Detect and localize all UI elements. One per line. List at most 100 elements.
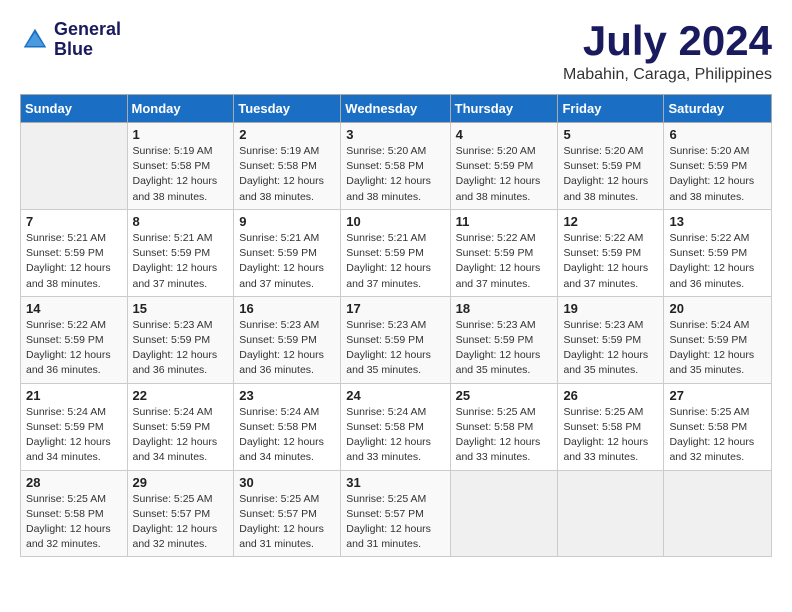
table-row: 31Sunrise: 5:25 AM Sunset: 5:57 PM Dayli… bbox=[341, 470, 450, 557]
logo-text: General Blue bbox=[54, 20, 121, 60]
day-info: Sunrise: 5:25 AM Sunset: 5:58 PM Dayligh… bbox=[669, 405, 766, 466]
day-number: 4 bbox=[456, 127, 553, 142]
day-info: Sunrise: 5:21 AM Sunset: 5:59 PM Dayligh… bbox=[26, 231, 122, 292]
month-title: July 2024 bbox=[563, 20, 772, 62]
table-row: 26 Sunrise: 5:25 AM Sunset: 5:58 PM Dayli… bbox=[558, 383, 664, 470]
table-row bbox=[450, 470, 558, 557]
day-number: 25 bbox=[456, 388, 553, 403]
day-info: Sunrise: 5:22 AM Sunset: 5:59 PM Dayligh… bbox=[456, 231, 553, 292]
day-info: Sunrise: 5:25 AM Sunset: 5:58 PM Dayligh… bbox=[563, 405, 658, 466]
day-info: Sunrise: 5:24 AM Sunset: 5:59 PM Dayligh… bbox=[133, 405, 229, 466]
day-number: 13 bbox=[669, 214, 766, 229]
table-row: 10Sunrise: 5:21 AM Sunset: 5:59 PM Dayli… bbox=[341, 209, 450, 296]
day-info: Sunrise: 5:25 AM Sunset: 5:57 PM Dayligh… bbox=[346, 492, 444, 553]
day-number: 5 bbox=[563, 127, 658, 142]
table-row bbox=[21, 123, 128, 210]
day-info: Sunrise: 5:21 AM Sunset: 5:59 PM Dayligh… bbox=[239, 231, 335, 292]
table-row: 19 Sunrise: 5:23 AM Sunset: 5:59 PM Dayli… bbox=[558, 296, 664, 383]
table-row: 13Sunrise: 5:22 AM Sunset: 5:59 PM Dayli… bbox=[664, 209, 772, 296]
location: Mabahin, Caraga, Philippines bbox=[563, 66, 772, 84]
calendar-row: 1 Sunrise: 5:19 AM Sunset: 5:58 PM Daylig… bbox=[21, 123, 772, 210]
table-row: 23 Sunrise: 5:24 AM Sunset: 5:58 PM Dayli… bbox=[234, 383, 341, 470]
day-number: 16 bbox=[239, 301, 335, 316]
day-number: 11 bbox=[456, 214, 553, 229]
day-number: 23 bbox=[239, 388, 335, 403]
table-row: 30 Sunrise: 5:25 AM Sunset: 5:57 PM Dayli… bbox=[234, 470, 341, 557]
table-row: 12 Sunrise: 5:22 AM Sunset: 5:59 PM Dayli… bbox=[558, 209, 664, 296]
day-number: 9 bbox=[239, 214, 335, 229]
day-info: Sunrise: 5:21 AM Sunset: 5:59 PM Dayligh… bbox=[346, 231, 444, 292]
day-number: 12 bbox=[563, 214, 658, 229]
table-row: 25Sunrise: 5:25 AM Sunset: 5:58 PM Dayli… bbox=[450, 383, 558, 470]
day-number: 3 bbox=[346, 127, 444, 142]
table-row: 9 Sunrise: 5:21 AM Sunset: 5:59 PM Daylig… bbox=[234, 209, 341, 296]
day-number: 27 bbox=[669, 388, 766, 403]
day-info: Sunrise: 5:22 AM Sunset: 5:59 PM Dayligh… bbox=[26, 318, 122, 379]
day-info: Sunrise: 5:21 AM Sunset: 5:59 PM Dayligh… bbox=[133, 231, 229, 292]
table-row bbox=[664, 470, 772, 557]
day-number: 21 bbox=[26, 388, 122, 403]
day-info: Sunrise: 5:24 AM Sunset: 5:59 PM Dayligh… bbox=[26, 405, 122, 466]
table-row: 28 Sunrise: 5:25 AM Sunset: 5:58 PM Dayli… bbox=[21, 470, 128, 557]
day-info: Sunrise: 5:25 AM Sunset: 5:57 PM Dayligh… bbox=[133, 492, 229, 553]
day-number: 20 bbox=[669, 301, 766, 316]
day-number: 18 bbox=[456, 301, 553, 316]
day-info: Sunrise: 5:23 AM Sunset: 5:59 PM Dayligh… bbox=[239, 318, 335, 379]
day-number: 29 bbox=[133, 475, 229, 490]
page-header: General Blue July 2024 Mabahin, Caraga, … bbox=[20, 20, 772, 84]
table-row: 6 Sunrise: 5:20 AM Sunset: 5:59 PM Daylig… bbox=[664, 123, 772, 210]
day-info: Sunrise: 5:25 AM Sunset: 5:57 PM Dayligh… bbox=[239, 492, 335, 553]
day-number: 26 bbox=[563, 388, 658, 403]
day-info: Sunrise: 5:20 AM Sunset: 5:58 PM Dayligh… bbox=[346, 144, 444, 205]
table-row: 11 Sunrise: 5:22 AM Sunset: 5:59 PM Dayli… bbox=[450, 209, 558, 296]
day-number: 30 bbox=[239, 475, 335, 490]
col-thursday: Thursday bbox=[450, 95, 558, 123]
day-number: 17 bbox=[346, 301, 444, 316]
day-number: 28 bbox=[26, 475, 122, 490]
day-number: 7 bbox=[26, 214, 122, 229]
calendar-row: 21 Sunrise: 5:24 AM Sunset: 5:59 PM Dayli… bbox=[21, 383, 772, 470]
day-info: Sunrise: 5:24 AM Sunset: 5:58 PM Dayligh… bbox=[239, 405, 335, 466]
day-info: Sunrise: 5:20 AM Sunset: 5:59 PM Dayligh… bbox=[456, 144, 553, 205]
day-number: 15 bbox=[133, 301, 229, 316]
col-tuesday: Tuesday bbox=[234, 95, 341, 123]
calendar-header-row: Sunday Monday Tuesday Wednesday Thursday… bbox=[21, 95, 772, 123]
logo: General Blue bbox=[20, 20, 121, 60]
col-saturday: Saturday bbox=[664, 95, 772, 123]
table-row: 17 Sunrise: 5:23 AM Sunset: 5:59 PM Dayli… bbox=[341, 296, 450, 383]
day-info: Sunrise: 5:25 AM Sunset: 5:58 PM Dayligh… bbox=[26, 492, 122, 553]
calendar-row: 7 Sunrise: 5:21 AM Sunset: 5:59 PM Daylig… bbox=[21, 209, 772, 296]
table-row: 24Sunrise: 5:24 AM Sunset: 5:58 PM Dayli… bbox=[341, 383, 450, 470]
table-row: 27 Sunrise: 5:25 AM Sunset: 5:58 PM Dayli… bbox=[664, 383, 772, 470]
day-number: 14 bbox=[26, 301, 122, 316]
day-info: Sunrise: 5:23 AM Sunset: 5:59 PM Dayligh… bbox=[133, 318, 229, 379]
day-info: Sunrise: 5:19 AM Sunset: 5:58 PM Dayligh… bbox=[133, 144, 229, 205]
day-number: 6 bbox=[669, 127, 766, 142]
day-number: 1 bbox=[133, 127, 229, 142]
table-row: 3 Sunrise: 5:20 AM Sunset: 5:58 PM Daylig… bbox=[341, 123, 450, 210]
day-number: 19 bbox=[563, 301, 658, 316]
table-row: 29 Sunrise: 5:25 AM Sunset: 5:57 PM Dayli… bbox=[127, 470, 234, 557]
day-info: Sunrise: 5:23 AM Sunset: 5:59 PM Dayligh… bbox=[563, 318, 658, 379]
day-number: 24 bbox=[346, 388, 444, 403]
table-row: 2Sunrise: 5:19 AM Sunset: 5:58 PM Daylig… bbox=[234, 123, 341, 210]
table-row: 16 Sunrise: 5:23 AM Sunset: 5:59 PM Dayli… bbox=[234, 296, 341, 383]
table-row: 20 Sunrise: 5:24 AM Sunset: 5:59 PM Dayli… bbox=[664, 296, 772, 383]
table-row: 4 Sunrise: 5:20 AM Sunset: 5:59 PM Daylig… bbox=[450, 123, 558, 210]
table-row: 22 Sunrise: 5:24 AM Sunset: 5:59 PM Dayli… bbox=[127, 383, 234, 470]
day-number: 22 bbox=[133, 388, 229, 403]
calendar-row: 14 Sunrise: 5:22 AM Sunset: 5:59 PM Dayli… bbox=[21, 296, 772, 383]
day-info: Sunrise: 5:22 AM Sunset: 5:59 PM Dayligh… bbox=[563, 231, 658, 292]
col-friday: Friday bbox=[558, 95, 664, 123]
table-row: 14 Sunrise: 5:22 AM Sunset: 5:59 PM Dayli… bbox=[21, 296, 128, 383]
calendar-row: 28 Sunrise: 5:25 AM Sunset: 5:58 PM Dayli… bbox=[21, 470, 772, 557]
table-row: 5Sunrise: 5:20 AM Sunset: 5:59 PM Daylig… bbox=[558, 123, 664, 210]
col-monday: Monday bbox=[127, 95, 234, 123]
col-sunday: Sunday bbox=[21, 95, 128, 123]
title-block: July 2024 Mabahin, Caraga, Philippines bbox=[563, 20, 772, 84]
day-info: Sunrise: 5:24 AM Sunset: 5:59 PM Dayligh… bbox=[669, 318, 766, 379]
calendar-table: Sunday Monday Tuesday Wednesday Thursday… bbox=[20, 94, 772, 557]
day-info: Sunrise: 5:23 AM Sunset: 5:59 PM Dayligh… bbox=[346, 318, 444, 379]
day-info: Sunrise: 5:20 AM Sunset: 5:59 PM Dayligh… bbox=[669, 144, 766, 205]
table-row: 1 Sunrise: 5:19 AM Sunset: 5:58 PM Daylig… bbox=[127, 123, 234, 210]
